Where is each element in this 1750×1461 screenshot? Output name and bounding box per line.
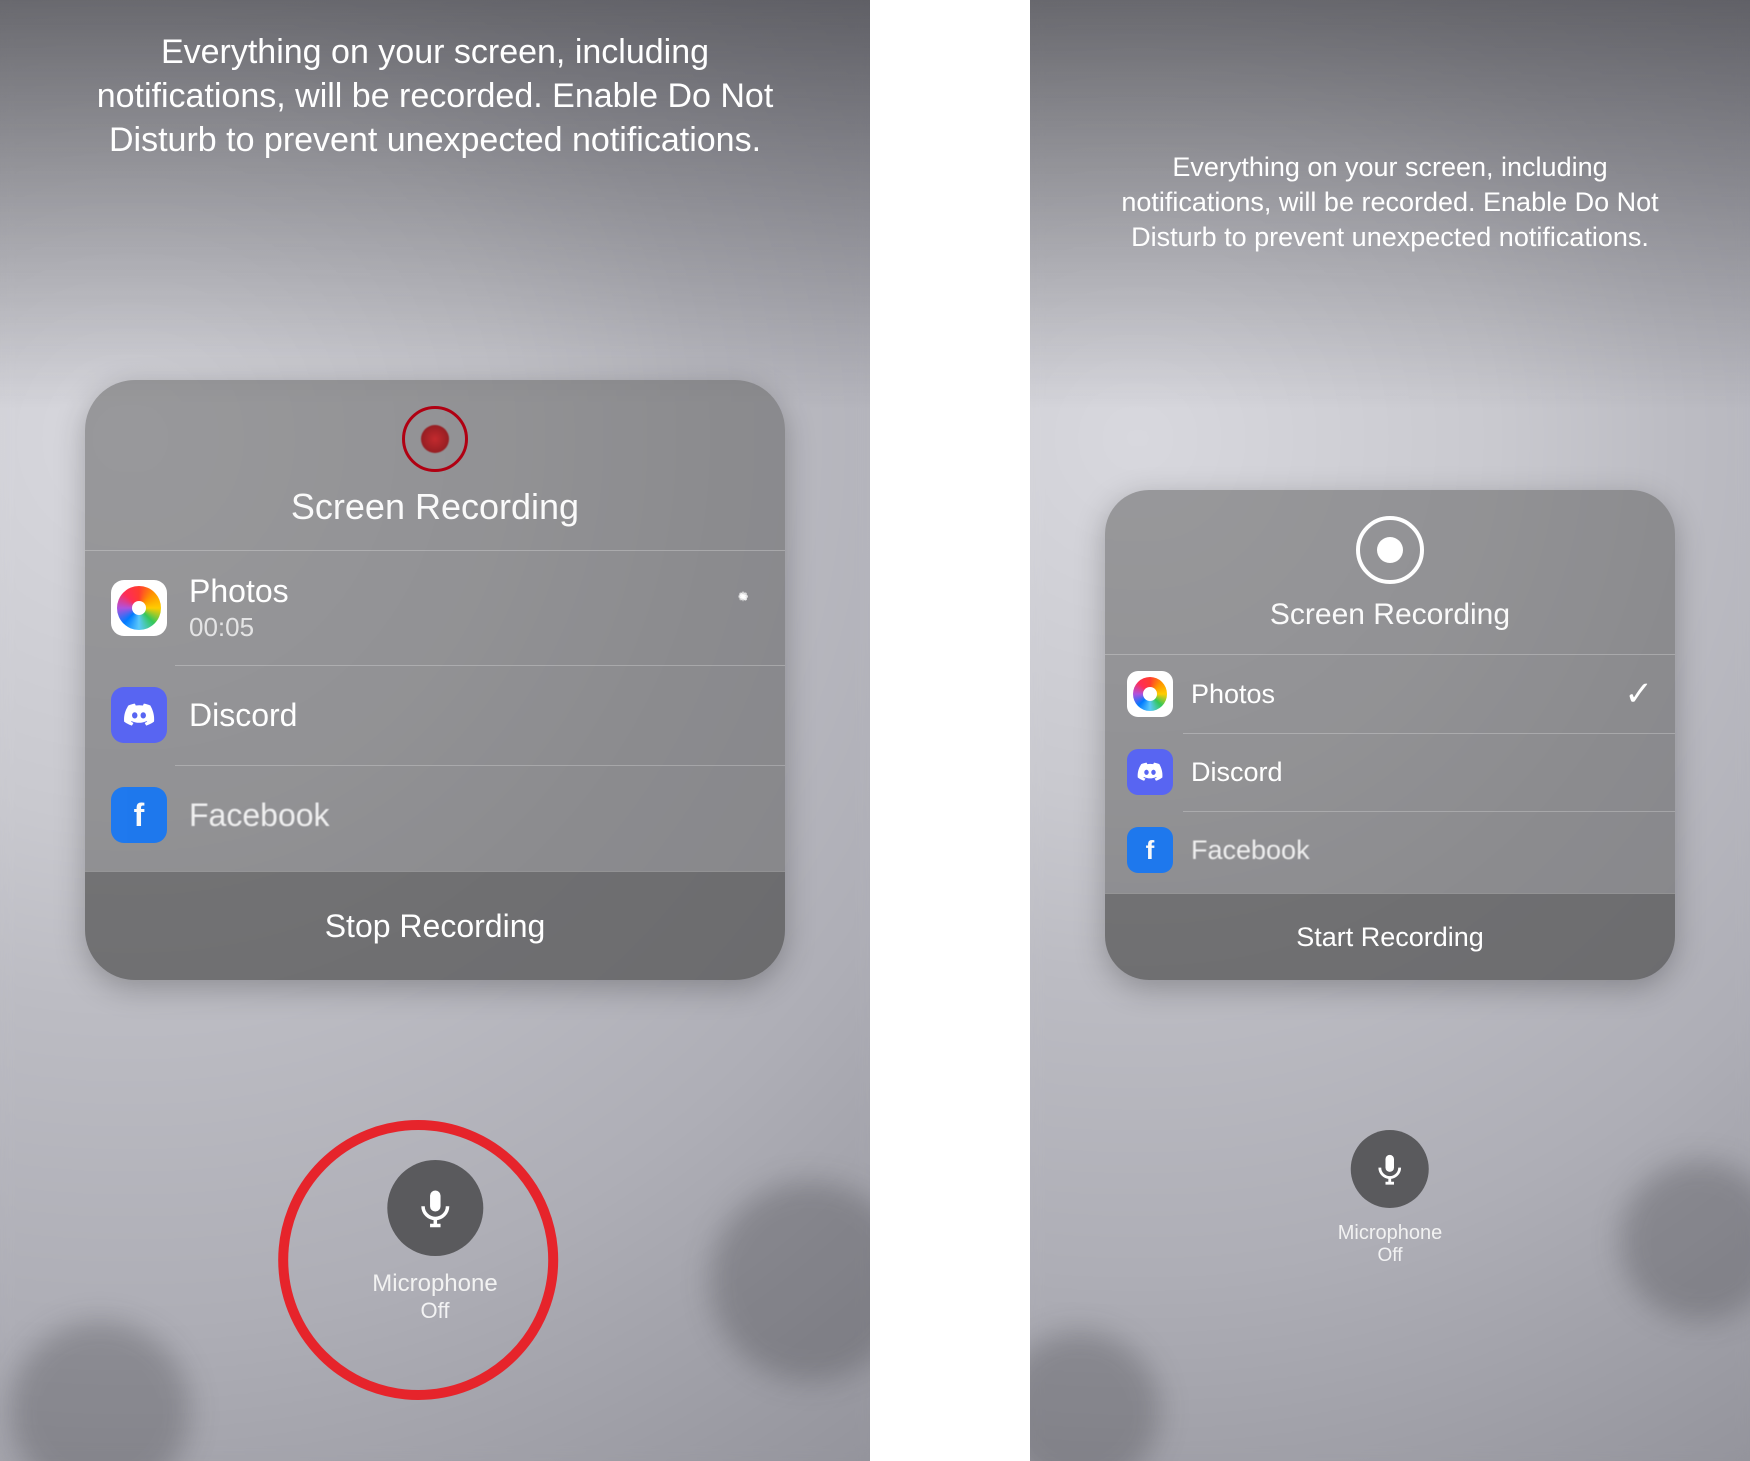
destination-row-photos[interactable]: Photos 00:05 bbox=[85, 551, 785, 665]
destination-list[interactable]: Photos 00:05 Discord f Facebook bbox=[85, 550, 785, 843]
recording-timer: 00:05 bbox=[189, 612, 705, 643]
recording-indicator-icon bbox=[402, 406, 468, 472]
microphone-state: Off bbox=[1338, 1245, 1443, 1267]
microphone-toggle-button[interactable] bbox=[1351, 1130, 1429, 1208]
recording-disclaimer: Everything on your screen, including not… bbox=[1095, 150, 1685, 255]
screen-recording-panel: Screen Recording Photos 00:05 Discord bbox=[85, 380, 785, 980]
phone-right: Everything on your screen, including not… bbox=[1030, 0, 1750, 1461]
destination-row-facebook[interactable]: f Facebook bbox=[1105, 811, 1675, 873]
panel-header: Screen Recording bbox=[1105, 490, 1675, 654]
panel-title: Screen Recording bbox=[1115, 598, 1665, 632]
photos-app-icon bbox=[111, 580, 167, 636]
microphone-toggle-button[interactable] bbox=[387, 1160, 483, 1256]
microphone-icon bbox=[414, 1187, 456, 1229]
microphone-state: Off bbox=[372, 1298, 497, 1324]
microphone-label: Microphone bbox=[372, 1270, 497, 1298]
destination-label: Facebook bbox=[1191, 835, 1653, 866]
record-indicator-icon bbox=[1356, 516, 1424, 584]
panel-header: Screen Recording bbox=[85, 380, 785, 550]
screen-recording-panel: Screen Recording Photos ✓ Discord f bbox=[1105, 490, 1675, 980]
column-gap bbox=[870, 0, 1030, 1461]
destination-list[interactable]: Photos ✓ Discord f Facebook bbox=[1105, 654, 1675, 873]
destination-label: Discord bbox=[1191, 757, 1653, 788]
destination-label: Photos bbox=[189, 573, 705, 610]
discord-app-icon bbox=[1127, 749, 1173, 795]
bg-blob bbox=[10, 1321, 190, 1461]
facebook-app-icon: f bbox=[1127, 827, 1173, 873]
panel-title: Screen Recording bbox=[95, 486, 775, 528]
destination-row-photos[interactable]: Photos ✓ bbox=[1105, 655, 1675, 733]
photos-app-icon bbox=[1127, 671, 1173, 717]
start-recording-button[interactable]: Start Recording bbox=[1105, 893, 1675, 980]
destination-label: Discord bbox=[189, 697, 759, 734]
checkmark-icon: ✓ bbox=[1625, 674, 1654, 714]
microphone-control: Microphone Off bbox=[1338, 1130, 1443, 1267]
bg-blob bbox=[1030, 1331, 1160, 1461]
destination-label: Facebook bbox=[189, 797, 759, 834]
microphone-control: Microphone Off bbox=[372, 1160, 497, 1324]
facebook-app-icon: f bbox=[111, 787, 167, 843]
bg-blob bbox=[1620, 1161, 1750, 1321]
destination-row-discord[interactable]: Discord bbox=[1105, 733, 1675, 811]
recording-disclaimer: Everything on your screen, including not… bbox=[78, 30, 791, 163]
bg-blob bbox=[710, 1181, 870, 1381]
loading-spinner-icon bbox=[727, 592, 759, 624]
destination-label: Photos bbox=[1191, 679, 1607, 710]
microphone-icon bbox=[1373, 1152, 1407, 1186]
phone-left: Everything on your screen, including not… bbox=[0, 0, 870, 1461]
destination-row-discord[interactable]: Discord bbox=[85, 665, 785, 765]
destination-row-facebook[interactable]: f Facebook bbox=[85, 765, 785, 843]
discord-app-icon bbox=[111, 687, 167, 743]
microphone-label: Microphone bbox=[1338, 1222, 1443, 1245]
stop-recording-button[interactable]: Stop Recording bbox=[85, 871, 785, 980]
